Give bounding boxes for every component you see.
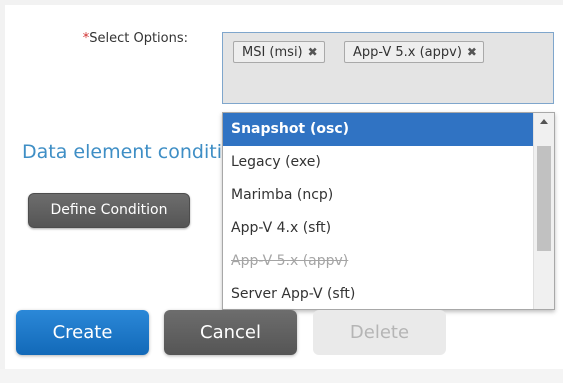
left-border [0,0,5,383]
dropdown-option-snapshot[interactable]: Snapshot (osc) [223,113,533,146]
section-title: Data element conditions [22,141,222,163]
dropdown-option-server-appv[interactable]: Server App-V (sft) [223,278,533,309]
chip-label: MSI (msi) [242,45,303,60]
chevron-up-icon[interactable] [540,119,548,124]
cancel-button[interactable]: Cancel [164,310,297,355]
scrollbar-thumb[interactable] [537,146,551,251]
dropdown-option-appv4[interactable]: App-V 4.x (sft) [223,212,533,245]
chip-label: App-V 5.x (appv) [353,45,462,60]
select-options-label: *Select Options: [62,31,188,46]
close-icon[interactable]: ✖ [308,42,318,62]
create-button[interactable]: Create [16,310,149,355]
dropdown-option-legacy[interactable]: Legacy (exe) [223,146,533,179]
define-condition-button[interactable]: Define Condition [28,193,190,228]
selected-chip-appv: App-V 5.x (appv) ✖ [344,41,484,63]
select-options-multiselect[interactable]: MSI (msi) ✖ App-V 5.x (appv) ✖ [222,32,554,104]
close-icon[interactable]: ✖ [467,42,477,62]
dropdown-scrollbar[interactable] [533,113,554,309]
delete-button: Delete [313,310,446,355]
selected-chip-msi: MSI (msi) ✖ [233,41,325,63]
dropdown-option-appv5: App-V 5.x (appv) [231,253,349,269]
options-dropdown[interactable]: Snapshot (osc) Legacy (exe) Marimba (ncp… [222,112,555,310]
select-options-label-text: Select Options: [89,31,188,46]
dropdown-option-marimba[interactable]: Marimba (ncp) [223,179,533,212]
bottom-border [0,369,563,383]
top-border [0,0,563,5]
